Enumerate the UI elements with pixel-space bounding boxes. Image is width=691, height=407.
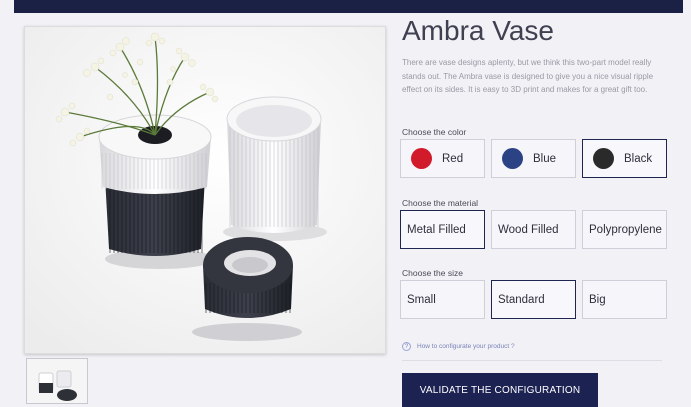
top-bar	[14, 0, 683, 13]
red-swatch-icon	[411, 148, 432, 169]
blue-swatch-icon	[502, 148, 523, 169]
product-title: Ambra Vase	[402, 15, 554, 46]
help-link-label: How to configurate your product ?	[417, 343, 515, 350]
color-option-label: Blue	[533, 152, 557, 165]
color-option-label: Black	[624, 152, 653, 165]
size-option-big[interactable]: Big	[582, 280, 667, 319]
size-option-standard[interactable]: Standard	[491, 280, 576, 319]
size-option-label: Small	[407, 293, 436, 306]
material-option-wood-filled[interactable]: Wood Filled	[491, 210, 576, 249]
product-description: There are vase designs aplenty, but we t…	[402, 58, 654, 95]
material-section-label: Choose the material	[402, 198, 479, 208]
size-option-small[interactable]: Small	[400, 280, 485, 319]
material-option-label: Polypropylene	[589, 223, 662, 236]
material-option-polypropylene[interactable]: Polypropylene	[582, 210, 667, 249]
color-option-label: Red	[442, 152, 464, 165]
material-option-label: Metal Filled	[407, 223, 466, 236]
help-circle-icon: ?	[402, 342, 411, 351]
color-section-label: Choose the color	[402, 127, 467, 137]
color-option-black[interactable]: Black	[582, 139, 667, 178]
material-option-metal-filled[interactable]: Metal Filled	[400, 210, 485, 249]
product-main-image	[24, 26, 386, 354]
divider	[402, 360, 662, 361]
validate-configuration-button[interactable]: VALIDATE THE CONFIGURATION	[402, 373, 598, 407]
product-thumbnail[interactable]	[26, 358, 88, 404]
size-option-label: Big	[589, 293, 606, 306]
material-option-label: Wood Filled	[498, 223, 559, 236]
size-section-label: Choose the size	[402, 268, 463, 278]
color-option-blue[interactable]: Blue	[491, 139, 576, 178]
size-option-label: Standard	[498, 293, 545, 306]
configure-help-link[interactable]: ? How to configurate your product ?	[402, 342, 515, 351]
color-option-red[interactable]: Red	[400, 139, 485, 178]
black-swatch-icon	[593, 148, 614, 169]
